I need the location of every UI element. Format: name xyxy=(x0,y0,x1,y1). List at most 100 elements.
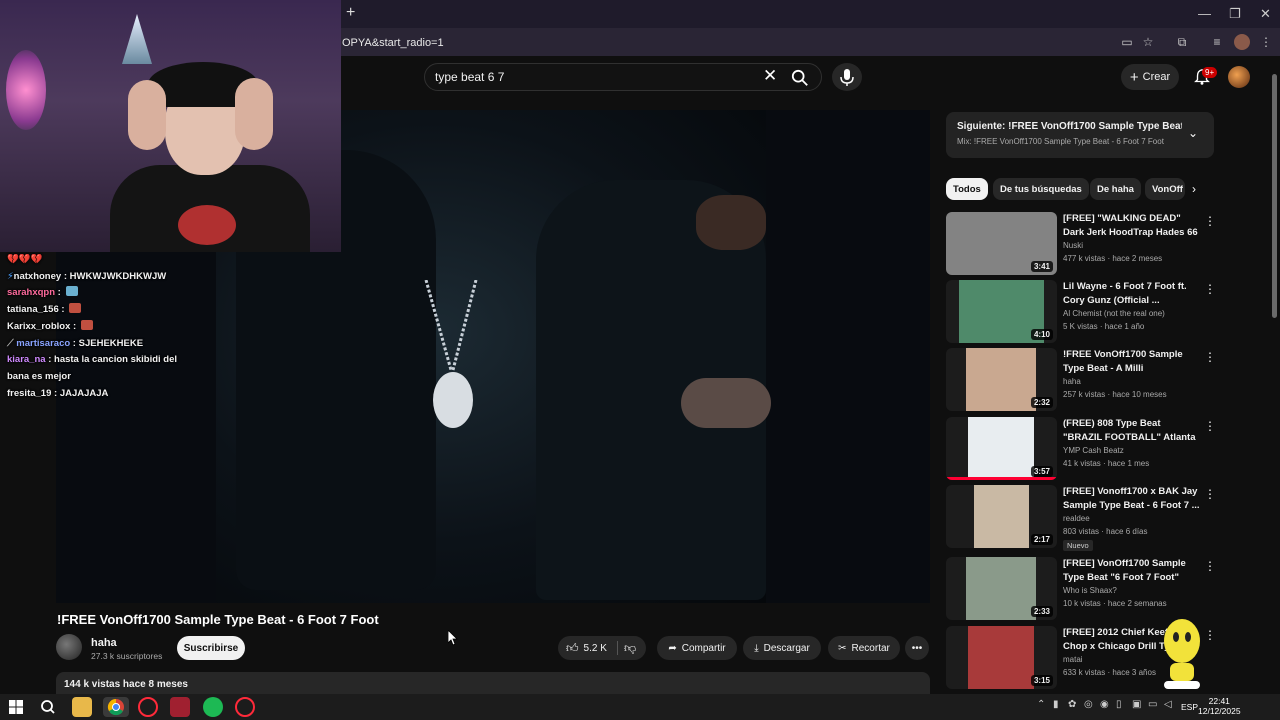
chip-todos[interactable]: Todos xyxy=(946,178,988,200)
windows-start-icon[interactable] xyxy=(6,697,26,717)
item-channel[interactable]: YMP Cash Beatz xyxy=(1063,446,1124,455)
create-button[interactable]: + Crear xyxy=(1121,64,1179,90)
channel-avatar[interactable] xyxy=(56,634,82,660)
channel-name[interactable]: haha xyxy=(91,637,117,649)
recommendation-item[interactable]: 2:33 [FREE] VonOff1700 Sample Type Beat … xyxy=(946,557,1216,621)
item-title[interactable]: [FREE] "WALKING DEAD" Dark Jerk HoodTrap… xyxy=(1063,212,1201,239)
recommendation-item[interactable]: 4:10 Lil Wayne - 6 Foot 7 Foot ft. Cory … xyxy=(946,280,1216,344)
tray-icon[interactable]: ◎ xyxy=(1084,699,1093,710)
recommendation-item[interactable]: 3:41 [FREE] "WALKING DEAD" Dark Jerk Hoo… xyxy=(946,212,1216,276)
microphone-tray-icon[interactable]: ▯ xyxy=(1116,699,1122,710)
chip-channel[interactable]: De haha xyxy=(1090,178,1141,200)
item-channel[interactable]: Who is Shaax? xyxy=(1063,586,1117,595)
video-thumbnail[interactable]: 3:57 xyxy=(946,417,1057,480)
clock-time: 22:41 xyxy=(1208,696,1230,706)
tray-icon[interactable]: ◉ xyxy=(1100,699,1109,710)
browser-menu-icon[interactable]: ⋮ xyxy=(1258,34,1274,50)
tray-icon[interactable]: ▮ xyxy=(1053,699,1059,710)
recommendation-item[interactable]: 2:32 !FREE VonOff1700 Sample Type Beat -… xyxy=(946,348,1216,412)
reading-list-icon[interactable]: ≡ xyxy=(1209,34,1225,50)
restore-icon[interactable]: ❐ xyxy=(1229,6,1241,22)
item-meta: 477 k vistas · hace 2 meses xyxy=(1063,254,1163,263)
cast-icon[interactable]: ▭ xyxy=(1119,34,1135,50)
minimize-icon[interactable]: — xyxy=(1198,6,1211,21)
item-title[interactable]: Lil Wayne - 6 Foot 7 Foot ft. Cory Gunz … xyxy=(1063,280,1201,307)
description-box[interactable]: 144 k vistas hace 8 meses xyxy=(56,672,930,694)
language-indicator[interactable]: ESP xyxy=(1181,702,1198,712)
close-window-icon[interactable]: ✕ xyxy=(1260,6,1271,22)
video-thumbnail[interactable]: 3:15 xyxy=(946,626,1057,689)
new-tab-button[interactable]: + xyxy=(346,4,355,22)
item-menu-icon[interactable]: ⋮ xyxy=(1204,350,1216,364)
search-box[interactable]: type beat 6 7 ✕ xyxy=(424,63,822,91)
extensions-icon[interactable]: ⧉ xyxy=(1174,34,1190,50)
item-title[interactable]: [FREE] Vonoff1700 x BAK Jay Sample Type … xyxy=(1063,485,1201,512)
item-menu-icon[interactable]: ⋮ xyxy=(1204,487,1216,501)
scrollbar-thumb[interactable] xyxy=(1272,74,1277,318)
account-avatar[interactable] xyxy=(1228,66,1250,88)
video-thumbnail[interactable]: 2:33 xyxy=(946,557,1057,620)
search-input[interactable]: type beat 6 7 xyxy=(435,70,504,84)
clip-button[interactable]: ✂ Recortar xyxy=(828,636,900,660)
chip-vonoff[interactable]: VonOff xyxy=(1145,178,1185,200)
voice-search-button[interactable] xyxy=(832,63,862,91)
recommendation-item[interactable]: 3:57 (FREE) 808 Type Beat "BRAZIL FOOTBA… xyxy=(946,417,1216,481)
like-button[interactable]: 👍︎ 5.2 K xyxy=(566,641,607,656)
spotify-icon[interactable] xyxy=(203,697,223,717)
item-title[interactable]: !FREE VonOff1700 Sample Type Beat - A Mi… xyxy=(1063,348,1201,375)
subscribe-button[interactable]: Suscribirse xyxy=(177,636,245,660)
item-channel[interactable]: matai xyxy=(1063,655,1083,664)
browser-profile-avatar[interactable] xyxy=(1234,34,1250,50)
chat-message: fresita_19 : JAJAJAJA xyxy=(7,387,109,399)
item-channel[interactable]: Al Chemist (not the real one) xyxy=(1063,309,1165,318)
item-title[interactable]: [FREE] VonOff1700 Sample Type Beat "6 Fo… xyxy=(1063,557,1201,584)
url-text[interactable]: OPYA&start_radio=1 xyxy=(342,37,444,49)
item-channel[interactable]: realdee xyxy=(1063,514,1090,523)
item-menu-icon[interactable]: ⋮ xyxy=(1204,419,1216,433)
duration-badge: 2:17 xyxy=(1030,534,1053,545)
chevron-down-icon[interactable]: ⌄ xyxy=(1188,126,1198,140)
video-thumbnail[interactable]: 3:41 xyxy=(946,212,1057,275)
recommendation-item[interactable]: 2:17 [FREE] Vonoff1700 x BAK Jay Sample … xyxy=(946,485,1216,551)
item-title[interactable]: (FREE) 808 Type Beat "BRAZIL FOOTBALL" A… xyxy=(1063,417,1201,444)
item-menu-icon[interactable]: ⋮ xyxy=(1204,282,1216,296)
filter-chips: Todos De tus búsquedas De haha VonOff › xyxy=(946,178,1214,200)
chevron-right-icon[interactable]: › xyxy=(1192,182,1196,196)
tray-icon[interactable]: ✿ xyxy=(1068,699,1076,710)
app-icon[interactable] xyxy=(170,697,190,717)
network-icon[interactable]: ▭ xyxy=(1148,699,1157,710)
video-thumbnail[interactable]: 2:32 xyxy=(946,348,1057,411)
share-button[interactable]: ➦ Compartir xyxy=(657,636,737,660)
bookmark-star-icon[interactable]: ☆ xyxy=(1140,34,1156,50)
dislike-button[interactable]: 👎︎ xyxy=(624,641,636,656)
search-taskbar-icon[interactable] xyxy=(38,697,58,717)
search-icon[interactable] xyxy=(791,69,809,87)
new-badge: Nuevo xyxy=(1063,540,1093,551)
video-thumbnail[interactable]: 2:17 xyxy=(946,485,1057,548)
more-actions-button[interactable]: ••• xyxy=(905,636,929,660)
item-channel[interactable]: haha xyxy=(1063,377,1081,386)
chip-searches[interactable]: De tus búsquedas xyxy=(993,178,1089,200)
chrome-taskbar-button[interactable] xyxy=(103,697,129,717)
thumbs-down-icon: 👎︎ xyxy=(624,640,637,655)
item-menu-icon[interactable]: ⋮ xyxy=(1204,559,1216,573)
item-menu-icon[interactable]: ⋮ xyxy=(1204,214,1216,228)
mouse-cursor xyxy=(448,630,458,646)
video-face xyxy=(696,195,766,250)
up-next-panel[interactable]: Siguiente: !FREE VonOff1700 Sample Type … xyxy=(946,112,1214,158)
clear-search-icon[interactable]: ✕ xyxy=(763,66,777,86)
download-button[interactable]: ⤓ Descargar xyxy=(743,636,821,660)
volume-icon[interactable]: ◁ xyxy=(1164,699,1172,710)
scissors-icon: ✂ xyxy=(838,642,847,654)
shirt-logo xyxy=(178,205,236,245)
opera-icon[interactable] xyxy=(138,697,158,717)
taskbar-clock[interactable]: 22:41 12/12/2025 xyxy=(1198,696,1241,716)
tray-icon[interactable]: ▣ xyxy=(1132,699,1141,710)
obs-icon[interactable] xyxy=(235,697,255,717)
tray-overflow-icon[interactable]: ⌃ xyxy=(1037,699,1045,710)
chat-emote xyxy=(69,303,82,314)
file-explorer-icon[interactable] xyxy=(72,697,92,717)
mascot-sticker xyxy=(1164,619,1200,689)
video-thumbnail[interactable]: 4:10 xyxy=(946,280,1057,343)
item-channel[interactable]: Nuski xyxy=(1063,241,1083,250)
